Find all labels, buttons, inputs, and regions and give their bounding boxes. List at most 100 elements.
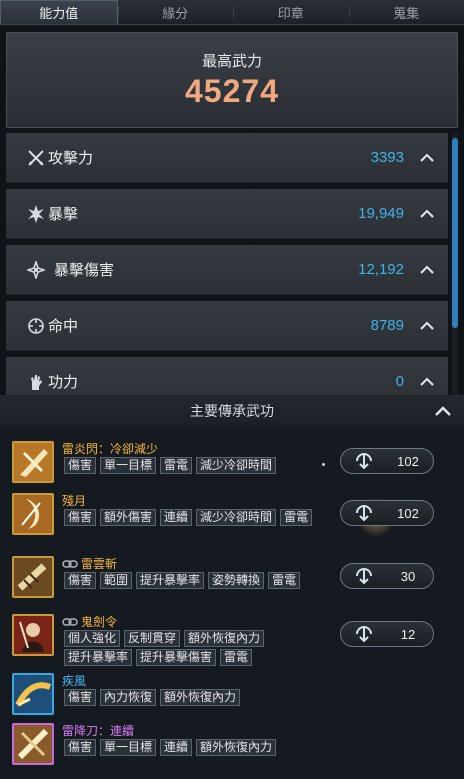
stat-label: 暴擊傷害: [54, 261, 115, 279]
stat-label: 命中: [48, 317, 79, 335]
skill-tag: 額外傷害: [100, 509, 157, 526]
skill-tag: 傷害: [64, 509, 97, 526]
inheritance-emblem-icon: [356, 568, 372, 585]
skill-name: 鬼劍令: [62, 613, 117, 630]
stats-scrollbar[interactable]: [452, 133, 458, 395]
stat-row-crit[interactable]: 暴擊 19,949: [6, 189, 448, 239]
chevron-up-icon[interactable]: [418, 205, 436, 223]
skill-tag: 範圍: [100, 572, 133, 589]
crosshair-icon: [26, 316, 46, 336]
stat-row-attack[interactable]: 攻擊力 3393: [6, 133, 448, 183]
skill-tags: 傷害 額外傷害 連續 減少冷卻時間 雷電: [64, 509, 324, 526]
skill-tag: 個人強化: [64, 630, 121, 647]
thunder-cloud-slash-skill-icon: [12, 556, 54, 598]
stat-label: 攻擊力: [48, 149, 94, 167]
skill-tag: 雷電: [220, 649, 253, 666]
max-power-label: 最高武力: [201, 52, 262, 70]
skill-tag: 反制貫穿: [124, 630, 181, 647]
crescent-moon-skill-icon: [12, 493, 54, 535]
skill-tag: 減少冷卻時間: [196, 509, 277, 526]
skill-name: 疾風: [62, 674, 87, 688]
stat-value: 3393: [370, 149, 404, 166]
stat-label: 暴擊: [48, 205, 79, 223]
skill-tag: 額外恢復內力: [184, 630, 265, 647]
skill-level-badge[interactable]: 102: [340, 500, 434, 526]
skill-tag: 額外恢復內力: [160, 689, 241, 706]
stat-value: 19,949: [358, 205, 404, 222]
skill-tag: 提升暴擊率: [136, 572, 205, 589]
stat-value: 12,192: [358, 261, 404, 278]
skill-name: 雷炎閃：冷卻減少: [62, 442, 159, 456]
skill-tag: 傷害: [64, 689, 97, 706]
stat-value: 0: [395, 373, 404, 390]
skill-name: 雷降刀：連續: [62, 724, 135, 738]
max-power-value: 45274: [185, 73, 279, 109]
tab-stats[interactable]: 能力值: [0, 0, 118, 24]
max-power-panel: 最高武力 45274: [6, 32, 458, 128]
stat-row-accuracy[interactable]: 命中 8789: [6, 301, 448, 351]
skill-tag: 提升暴擊傷害: [136, 649, 217, 666]
skill-level-value: 12: [400, 626, 416, 642]
inheritance-emblem-icon: [356, 453, 372, 470]
skill-name: 雷雲斬: [62, 555, 117, 572]
chevron-up-icon[interactable]: [418, 317, 436, 335]
skill-tag: 連續: [160, 739, 193, 756]
thunder-blade-skill-icon: [12, 723, 54, 765]
chevron-up-icon[interactable]: [434, 403, 452, 419]
tab-seals[interactable]: 印章: [233, 0, 349, 24]
skill-tag: 單一目標: [100, 739, 157, 756]
skill-level-badge[interactable]: 102: [340, 448, 434, 474]
tab-bonds[interactable]: 緣分: [117, 0, 234, 24]
skill-level-value: 102: [397, 505, 419, 521]
skill-level-badge[interactable]: 12: [340, 621, 434, 647]
skill-tag: 雷電: [160, 457, 193, 474]
link-icon: [62, 559, 78, 568]
shuriken-icon: [26, 260, 46, 280]
stat-value: 8789: [370, 317, 404, 334]
skill-tag: 傷害: [64, 739, 97, 756]
skill-tag: 姿勢轉換: [208, 572, 265, 589]
skill-tag: 雷電: [268, 572, 301, 589]
inheritance-emblem-icon: [356, 505, 372, 522]
chevron-up-icon[interactable]: [418, 261, 436, 279]
power-fist-icon: [26, 372, 46, 392]
stat-label: 功力: [48, 373, 79, 391]
skill-name: 殘月: [62, 494, 87, 508]
ghost-sword-order-skill-icon: [12, 614, 54, 656]
skill-name-text: 雷雲斬: [81, 557, 118, 571]
tab-collection[interactable]: 蒐集: [348, 0, 464, 24]
inheritance-emblem-icon: [356, 626, 372, 643]
scrollbar-thumb[interactable]: [452, 138, 458, 328]
skill-tag: 雷電: [280, 509, 313, 526]
burst-icon: [26, 204, 46, 224]
skill-tag: 減少冷卻時間: [196, 457, 277, 474]
skill-tag: 傷害: [64, 457, 97, 474]
skill-tags: 傷害 範圍 提升暴擊率 姿勢轉換 雷電: [64, 572, 324, 589]
skill-tag: 連續: [160, 509, 193, 526]
skill-tag: 單一目標: [100, 457, 157, 474]
skill-tags: 個人強化 反制貫穿 額外恢復內力 提升暴擊率 提升暴擊傷害 雷電: [64, 630, 304, 666]
lightning-slash-skill-icon: [12, 441, 54, 483]
skill-tags: 傷害 單一目標 連續 額外恢復內力: [64, 739, 324, 756]
section-header[interactable]: 主要傳承武功: [0, 395, 464, 427]
crossed-swords-icon: [26, 148, 46, 168]
stat-row-power[interactable]: 功力 0: [6, 357, 448, 395]
stat-row-crit-damage[interactable]: 暴擊傷害 12,192: [6, 245, 448, 295]
skill-tag: 傷害: [64, 572, 97, 589]
skill-tag: 額外恢復內力: [196, 739, 277, 756]
skill-level-badge[interactable]: 30: [340, 563, 434, 589]
skill-tag: 提升暴擊率: [64, 649, 133, 666]
stats-list: 攻擊力 3393 暴擊 19,949 暴擊傷害 12,192 命中 8789 功…: [6, 133, 448, 395]
section-title: 主要傳承武功: [190, 404, 274, 420]
tab-bar: 能力值 緣分 印章 蒐集: [0, 0, 464, 25]
skill-tag: 內力恢復: [100, 689, 157, 706]
chevron-up-icon[interactable]: [418, 149, 436, 167]
chevron-up-icon[interactable]: [418, 373, 436, 391]
gale-skill-icon: [12, 673, 54, 715]
skill-tags: 傷害 內力恢復 額外恢復內力: [64, 689, 324, 706]
skill-level-value: 30: [400, 568, 416, 584]
skill-tags: 傷害 單一目標 雷電 減少冷卻時間: [64, 457, 324, 474]
skill-name-text: 鬼劍令: [81, 615, 118, 629]
link-icon: [62, 617, 78, 626]
skill-level-value: 102: [397, 453, 419, 469]
